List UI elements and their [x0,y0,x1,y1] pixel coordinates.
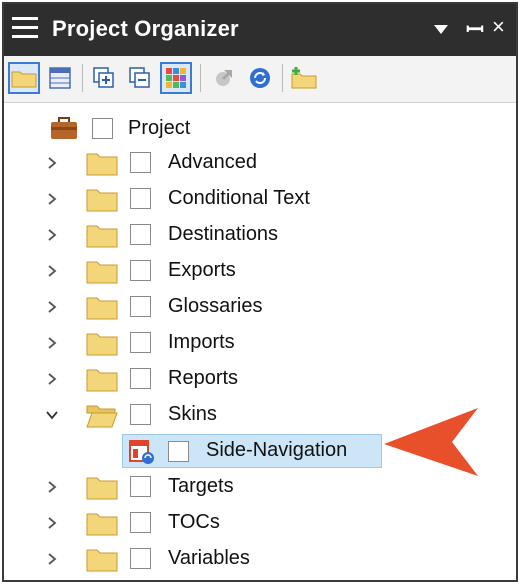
chevron-down-icon[interactable] [44,407,60,423]
tree-item-advanced[interactable]: Advanced [4,146,504,180]
project-organizer-panel: Project Organizer ꟷ × Project Advanced C… [2,2,518,582]
dropdown-arrow-icon[interactable] [434,25,448,34]
tree-item-glossaries[interactable]: Glossaries [4,290,504,324]
folder-icon [86,225,118,248]
chevron-right-icon[interactable] [44,155,60,171]
checkbox[interactable] [130,188,151,209]
hamburger-menu-icon[interactable] [12,17,38,41]
chevron-right-icon[interactable] [44,515,60,531]
briefcase-icon [51,117,77,139]
tree-item-label: Advanced [168,151,257,173]
folder-icon [86,513,118,536]
expand-all-button[interactable] [88,62,120,94]
close-icon[interactable]: × [492,14,505,40]
collapse-all-button[interactable] [124,62,156,94]
tree-item-reports[interactable]: Reports [4,362,504,396]
tree-item-label: Targets [168,475,234,497]
checkbox[interactable] [130,476,151,497]
pin-icon[interactable]: ꟷ [466,14,484,44]
skin-icon [129,440,154,464]
root-checkbox[interactable] [92,118,113,139]
chevron-right-icon[interactable] [44,479,60,495]
chevron-right-icon[interactable] [44,191,60,207]
folder-icon [86,549,118,572]
checkbox[interactable] [130,224,151,245]
tree-item-exports[interactable]: Exports [4,254,504,288]
folder-icon [86,189,118,212]
color-grid-button[interactable] [160,62,192,94]
folder-icon [86,369,118,392]
tree-item-label: TOCs [168,511,220,533]
chevron-right-icon[interactable] [44,263,60,279]
panel-title: Project Organizer [52,16,239,41]
tree-item-variables[interactable]: Variables [4,542,504,576]
toolbar [4,56,516,103]
chevron-right-icon[interactable] [44,335,60,351]
tree-item-tocs[interactable]: TOCs [4,506,504,540]
expand-all-icon [93,67,114,88]
checkbox[interactable] [130,368,151,389]
callout-arrow-icon [384,408,478,476]
checkbox[interactable] [130,260,151,281]
gear-arrow-icon [216,70,232,86]
checkbox[interactable] [130,548,151,569]
checkbox[interactable] [130,332,151,353]
chevron-right-icon[interactable] [44,551,60,567]
tree-item-label: Skins [168,403,217,425]
disabled-action-button[interactable] [208,62,240,94]
folder-icon [86,477,118,500]
tree-item-conditional-text[interactable]: Conditional Text [4,182,504,216]
tree-item-label: Destinations [168,223,279,245]
tree-item-imports[interactable]: Imports [4,326,504,360]
chevron-right-icon[interactable] [44,299,60,315]
tree-item-label: Project [128,117,191,139]
chevron-right-icon[interactable] [44,371,60,387]
checkbox[interactable] [130,152,151,173]
checkbox[interactable] [130,404,151,425]
table-icon [49,67,71,89]
tree-item-label: Conditional Text [168,187,310,209]
refresh-icon [250,68,270,88]
tree-item-label: Side-Navigation [206,439,348,461]
tree-item-label: Imports [168,331,235,353]
checkbox[interactable] [168,441,189,462]
open-folder-button[interactable] [8,62,40,94]
folder-icon [86,261,118,284]
chevron-right-icon[interactable] [44,227,60,243]
tree-item-label: Variables [168,547,250,569]
new-folder-icon [291,67,317,89]
tree-item-destinations[interactable]: Destinations [4,218,504,252]
checkbox[interactable] [130,512,151,533]
refresh-button[interactable] [244,62,276,94]
folder-icon [86,153,118,176]
tree-item-label: Glossaries [168,295,263,317]
table-view-button[interactable] [44,62,76,94]
tree-root[interactable]: Project [4,112,504,146]
tree-item-label: Exports [168,259,236,281]
open-folder-icon [86,405,118,428]
collapse-all-icon [129,67,150,88]
new-folder-button[interactable] [288,62,320,94]
folder-icon [11,71,37,88]
folder-icon [86,297,118,320]
title-bar: Project Organizer ꟷ × [4,4,516,56]
checkbox[interactable] [130,296,151,317]
folder-icon [86,333,118,356]
color-grid-icon [166,68,186,88]
tree-item-label: Reports [168,367,239,389]
